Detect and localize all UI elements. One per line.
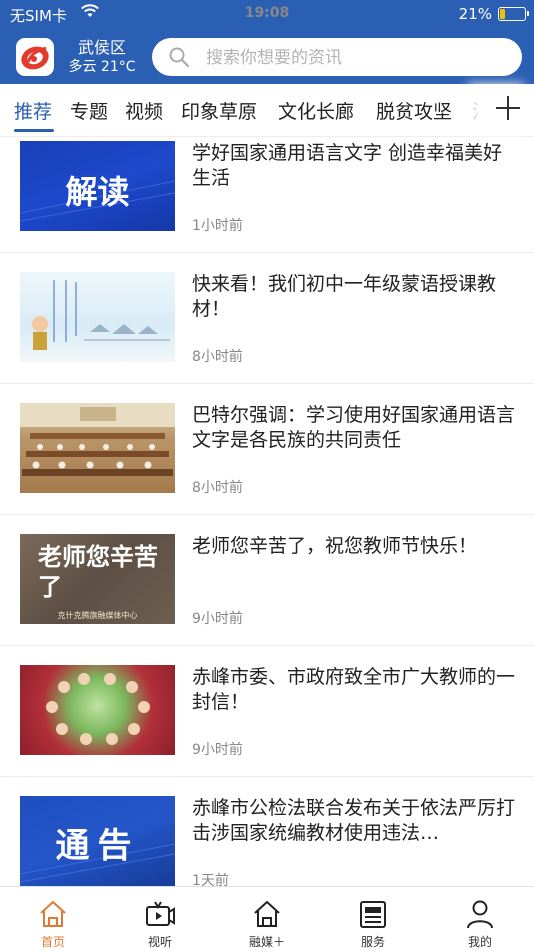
search-input[interactable] [204,44,508,72]
news-thumbnail [20,665,175,755]
news-title: 学好国家通用语言文字 创造幸福美好生活 [192,142,503,189]
news-title: 巴特尔强调：学习使用好国家通用语言文字是各民族的共同责任 [192,404,516,451]
news-thumbnail: 老师您辛苦了 克什克腾旗融媒体中心 [20,534,175,624]
thumbnail-text: 解读 [65,173,130,211]
tab-grassland[interactable]: 印象草原 [181,97,257,124]
tab-recommend[interactable]: 推荐 [14,97,52,124]
nav-label: 首页 [40,935,65,949]
nav-media[interactable]: 视听 [120,887,200,951]
location-label: 武侯区 [77,38,126,57]
news-thumbnail [20,403,175,493]
status-bar: 无SIM卡 19:08 21% [0,0,534,28]
nav-label: 我的 [467,935,492,949]
news-item[interactable]: 通告 赤峰市公检法联合发布关于依法严厉打击涉国家统编教材使用违法… 1天前 [0,776,534,886]
tv-icon [145,899,175,929]
app-header: 无SIM卡 19:08 21% 武侯区 多云 21°C [0,0,534,84]
battery-icon [498,7,529,21]
nav-services[interactable]: 服务 [333,887,413,951]
bottom-nav: 首页 视听 融媒＋ 服务 我的 [0,886,534,951]
nav-label: 视听 [147,935,172,949]
thumbnail-caption: 克什克腾旗融媒体中心 [57,611,138,620]
search-icon [168,46,190,72]
newspaper-icon [358,899,388,929]
news-item[interactable]: 解读 学好国家通用语言文字 创造幸福美好生活 1小时前 [0,137,534,253]
news-time: 9小时前 [192,742,243,758]
search-bar[interactable] [152,38,522,76]
nav-label: 融媒＋ [248,935,285,949]
news-title: 老师您辛苦了，祝您教师节快乐！ [192,535,478,557]
news-time: 8小时前 [192,349,243,365]
news-time: 1小时前 [192,218,243,234]
add-tab-icon[interactable] [496,96,520,120]
news-time: 1天前 [192,873,229,886]
active-tab-indicator [14,129,54,132]
news-item[interactable]: 快来看！我们初中一年级蒙语授课教材！ 8小时前 [0,252,534,384]
news-time: 8小时前 [192,480,243,496]
category-tabs: 推荐 专题 视频 印象草原 文化长廊 脱贫攻坚 法 [0,84,534,137]
battery-level [500,9,505,19]
news-item[interactable]: 赤峰市委、市政府致全市广大教师的一封信！ 9小时前 [0,645,534,777]
weather-label: 多云 21°C [68,59,136,75]
weather-widget[interactable]: 武侯区 多云 21°C [68,38,136,76]
news-title: 快来看！我们初中一年级蒙语授课教材！ [192,273,497,320]
news-title: 赤峰市公检法联合发布关于依法严厉打击涉国家统编教材使用违法… [192,797,516,844]
news-thumbnail: 通告 [20,796,175,886]
news-thumbnail: 解读 [20,141,175,231]
nav-label: 服务 [360,935,385,949]
clock: 19:08 [244,5,290,21]
nav-profile[interactable]: 我的 [440,887,520,951]
nav-home[interactable]: 首页 [13,887,93,951]
tab-culture[interactable]: 文化长廊 [278,97,354,124]
tab-videos[interactable]: 视频 [125,97,163,124]
tab-topics[interactable]: 专题 [70,97,108,124]
tab-poverty[interactable]: 脱贫攻坚 [376,97,452,124]
thumbnail-text: 通告 [55,826,140,866]
home-icon [38,899,68,929]
nav-rongmei[interactable]: 融媒＋ [227,887,307,951]
person-icon [465,899,495,929]
news-list: 解读 学好国家通用语言文字 创造幸福美好生活 1小时前 快来看！我们初中一年级蒙… [0,137,534,886]
battery-percent: 21% [458,5,492,23]
news-thumbnail [20,272,175,362]
news-item[interactable]: 巴特尔强调：学习使用好国家通用语言文字是各民族的共同责任 8小时前 [0,383,534,515]
house-icon [252,899,282,929]
news-item[interactable]: 老师您辛苦了 克什克腾旗融媒体中心 老师您辛苦了，祝您教师节快乐！ 9小时前 [0,514,534,646]
thumbnail-text: 老师您辛苦了 [38,543,158,601]
news-title: 赤峰市委、市政府致全市广大教师的一封信！ [192,666,516,713]
news-time: 9小时前 [192,611,243,627]
app-logo[interactable] [16,38,54,76]
